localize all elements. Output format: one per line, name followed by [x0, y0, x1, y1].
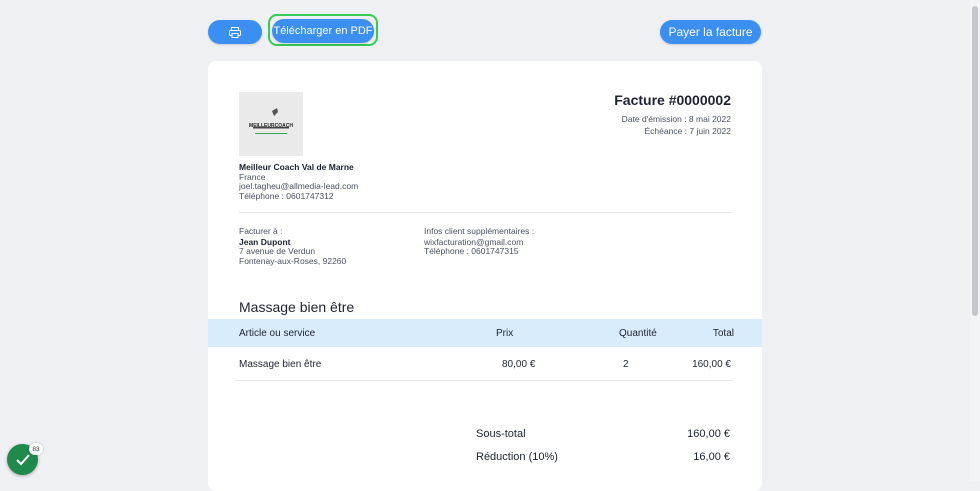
company-name: Meilleur Coach Val de Marne [239, 162, 354, 172]
printer-icon [229, 26, 241, 38]
row-quantity: 2 [623, 359, 629, 370]
subtotal-label: Sous-total [476, 428, 526, 440]
row-article: Massage bien être [239, 359, 322, 370]
due-date: Échéance : 7 juin 2022 [644, 126, 731, 136]
logo-text: MEILLEURCOACH [249, 123, 293, 129]
row-total: 160,00 € [692, 359, 731, 370]
client-phone: Téléphone : 0601747315 [424, 246, 519, 256]
section-title: Massage bien être [239, 299, 355, 315]
notification-count: 83 [29, 443, 43, 455]
company-email: joel.tagheu@allmedia-lead.com [239, 181, 359, 191]
print-button[interactable] [208, 20, 262, 44]
client-info-heading: Infos client supplémentaires : [424, 226, 535, 236]
bill-to-address-2: Fontenay-aux-Roses, 92260 [239, 256, 347, 266]
subtotal-value: 160,00 € [687, 428, 730, 440]
discount-value: 16,00 € [693, 451, 730, 463]
col-article: Article ou service [239, 328, 316, 339]
col-quantity: Quantité [619, 328, 657, 339]
discount-label: Réduction (10%) [476, 451, 558, 463]
checkmark-icon [15, 453, 30, 465]
bill-to-address-1: 7 avenue de Verdun [239, 246, 316, 256]
col-price: Prix [496, 328, 514, 339]
download-pdf-button[interactable]: Télécharger en PDF [272, 19, 374, 43]
col-total: Total [712, 328, 734, 339]
row-divider [235, 380, 733, 381]
bill-to-heading: Facturer à : [239, 226, 283, 236]
pay-invoice-button[interactable]: Payer la facture [660, 20, 761, 44]
company-phone: Téléphone : 0601747312 [239, 191, 334, 201]
divider [239, 212, 731, 213]
invoice-title: Facture #0000002 [614, 92, 731, 108]
row-price: 80,00 € [502, 359, 536, 370]
company-logo: MEILLEURCOACH [239, 92, 303, 156]
issue-date: Date d'émission : 8 mai 2022 [621, 114, 731, 124]
scrollbar-thumb[interactable] [972, 6, 978, 316]
scrollbar[interactable] [970, 0, 980, 481]
